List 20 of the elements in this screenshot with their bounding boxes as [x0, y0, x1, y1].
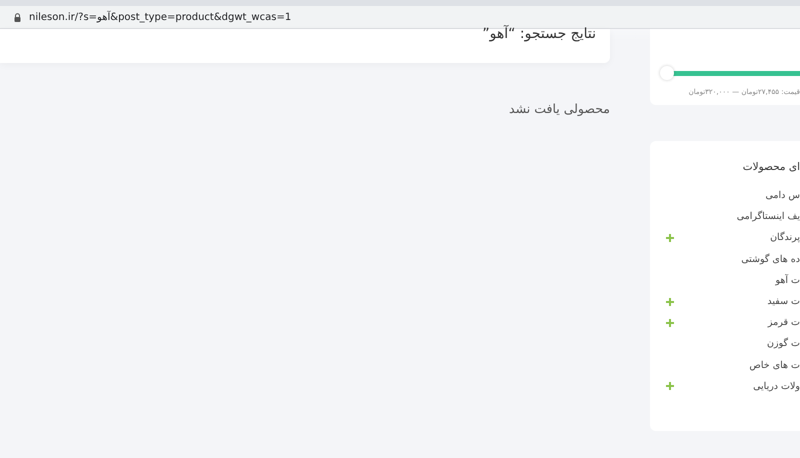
category-link[interactable]: پرندگان [770, 232, 800, 244]
url-text: nileson.ir/?s=آهو&post_type=product&dgwt_wcas=1 [29, 12, 292, 22]
lock-icon [14, 12, 21, 22]
plus-icon[interactable] [666, 318, 674, 327]
category-link[interactable]: ولات دریایی [753, 380, 800, 392]
search-results-title: نتایج جستجو: “آهو” [482, 26, 596, 42]
category-link[interactable]: ت های خاص [749, 360, 800, 371]
slider-thumb[interactable] [660, 66, 674, 80]
category-link[interactable]: یف اینستاگرامی [736, 211, 800, 222]
category-link[interactable]: ت سفید [767, 296, 800, 308]
category-link[interactable]: ده های گوشتی [741, 254, 800, 265]
plus-icon[interactable] [666, 298, 674, 306]
no-products-message: محصولی یافت نشد [509, 101, 610, 116]
category-link[interactable]: ت قرمز [768, 317, 800, 328]
category-link[interactable]: ت آهو [775, 274, 800, 286]
category-link[interactable]: ت گوزن [767, 338, 800, 350]
categories-title: ای محصولات [742, 161, 800, 173]
plus-icon[interactable] [666, 234, 674, 242]
plus-icon[interactable] [666, 382, 674, 390]
category-link[interactable]: س دامی [766, 190, 800, 202]
